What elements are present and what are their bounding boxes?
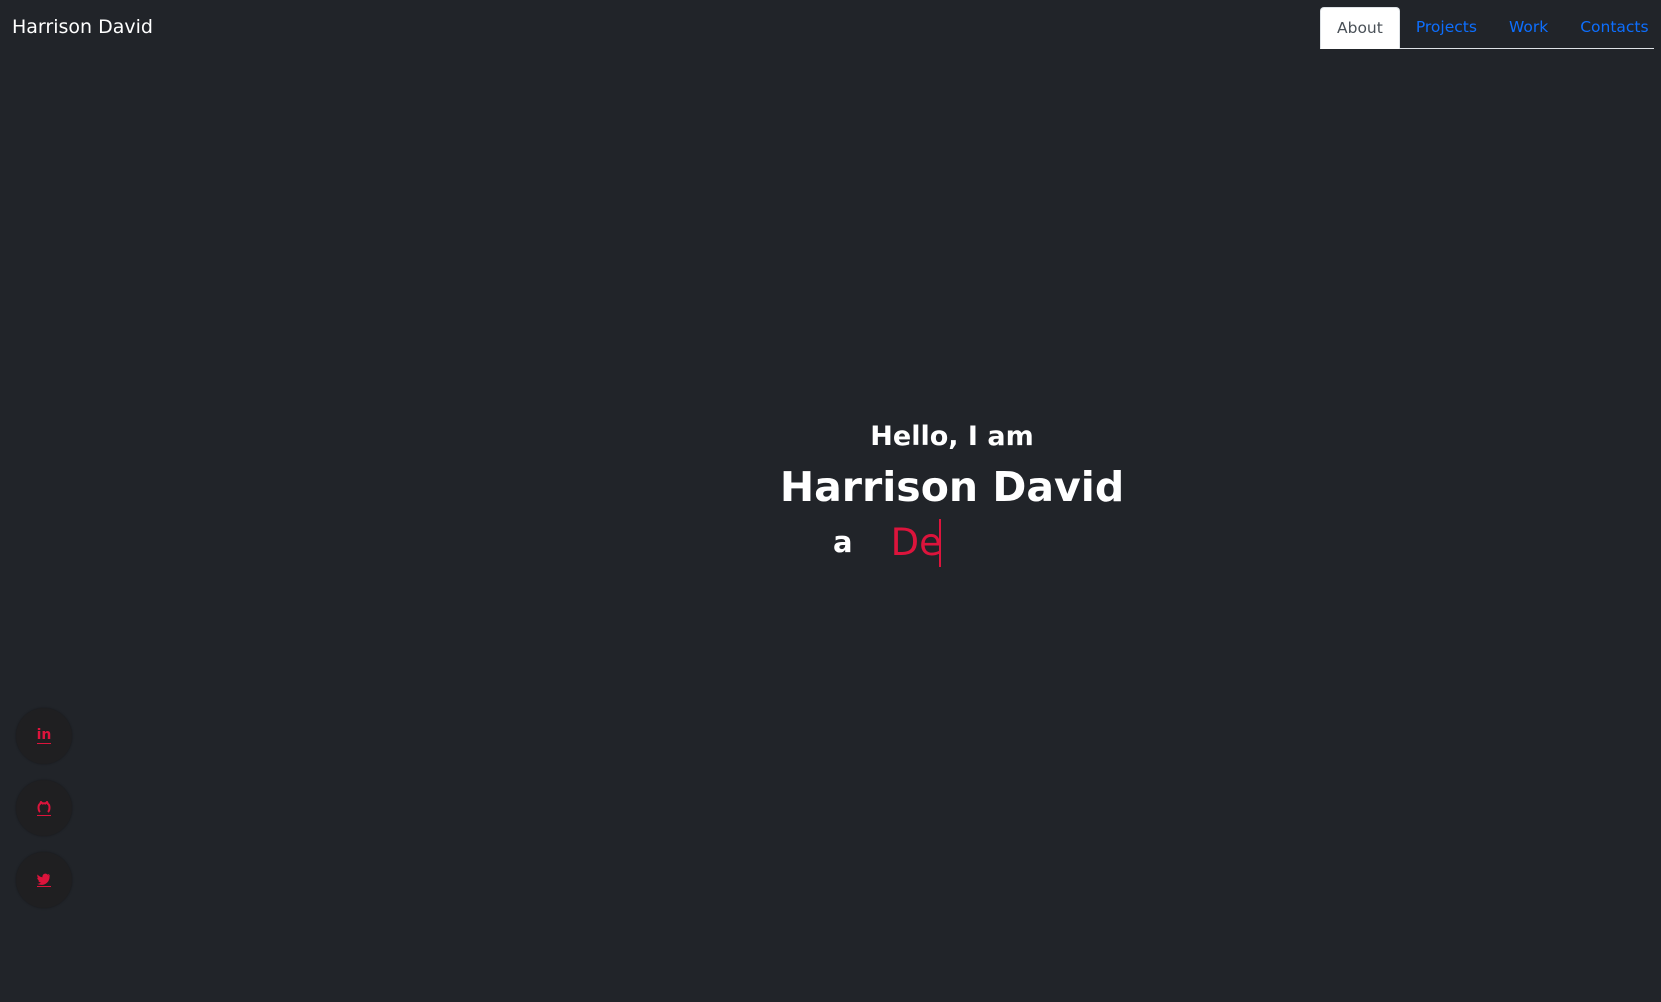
tab-work[interactable]: Work: [1493, 7, 1564, 49]
linkedin-button[interactable]: in: [16, 708, 72, 764]
hero-greeting: Hello, I am: [870, 421, 1034, 452]
hero-name: Harrison David: [779, 463, 1125, 511]
nav-tabs: About Projects Work Contacts: [1320, 7, 1654, 49]
page: Harrison David About Projects Work Conta…: [0, 0, 1661, 1002]
tab-about[interactable]: About: [1320, 7, 1400, 49]
github-button[interactable]: [16, 780, 72, 836]
hero-role-line: a De: [833, 519, 942, 567]
tab-contacts[interactable]: Contacts: [1564, 7, 1661, 49]
typing-caret: [938, 519, 941, 567]
twitter-icon: [37, 873, 51, 887]
github-icon: [37, 800, 51, 816]
navbar-brand[interactable]: Harrison David: [12, 16, 153, 38]
tab-projects[interactable]: Projects: [1400, 7, 1493, 49]
twitter-button[interactable]: [16, 852, 72, 908]
typed-text: De: [890, 521, 942, 564]
typed-role-text: De: [891, 519, 942, 567]
hero-role-prefix: a: [833, 525, 853, 559]
linkedin-icon: in: [36, 727, 52, 744]
